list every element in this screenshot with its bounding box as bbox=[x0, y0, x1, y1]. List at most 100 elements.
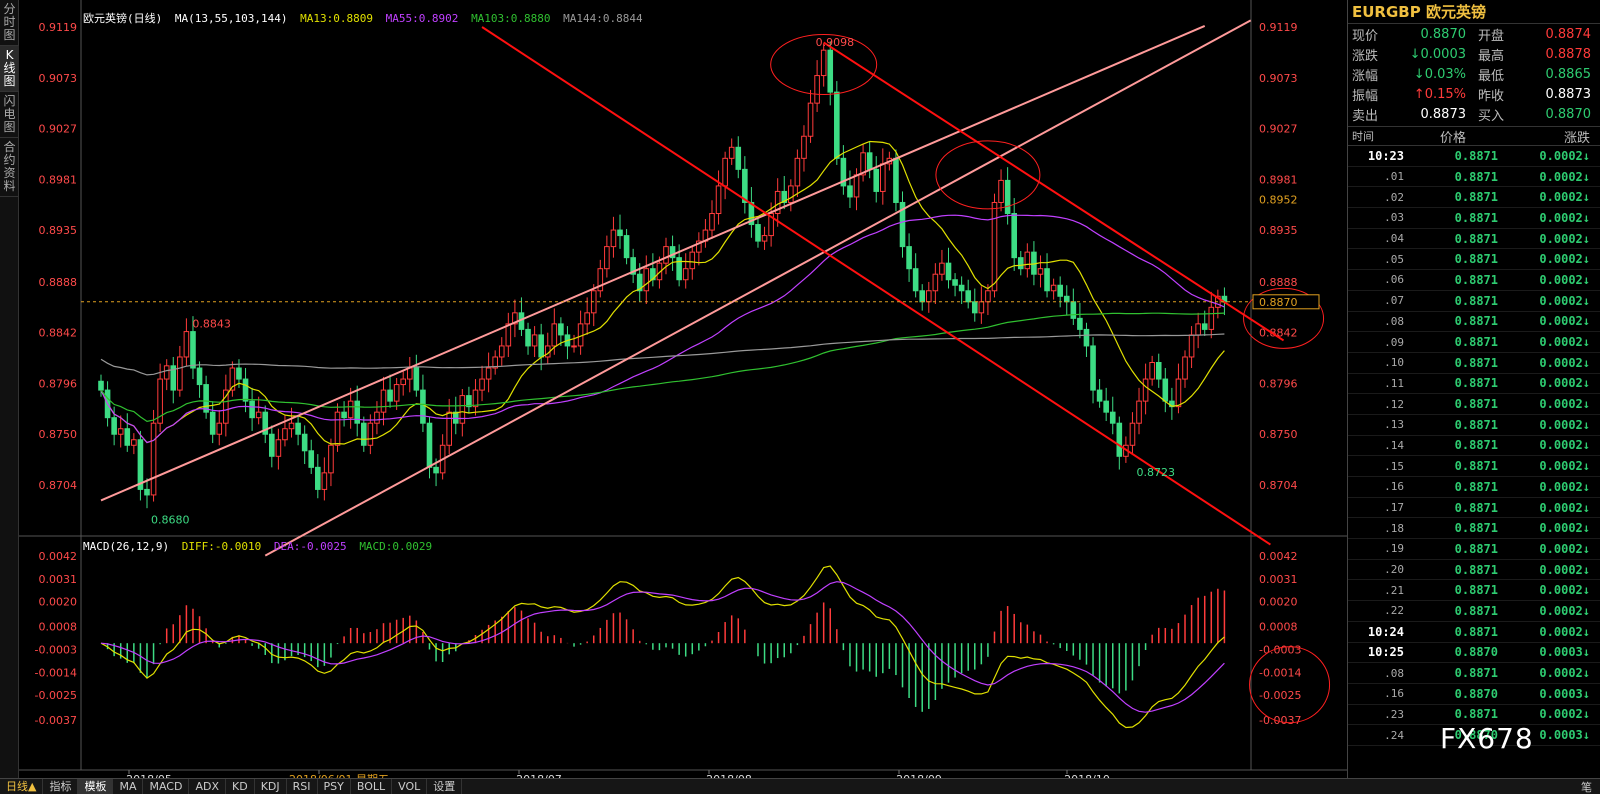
candle-body bbox=[183, 331, 190, 358]
quote-label: 买入 bbox=[1478, 108, 1505, 124]
tick-row: .05 0.8871 0.0002↓ bbox=[1348, 249, 1600, 271]
macd-axis-label-left: 0.0042 bbox=[39, 550, 78, 563]
tick-price: 0.8871 bbox=[1454, 190, 1498, 205]
tick-row: .07 0.8871 0.0002↓ bbox=[1348, 291, 1600, 312]
indicator-tab[interactable]: RSI bbox=[287, 778, 318, 794]
period-selector[interactable]: 日线▲ bbox=[0, 778, 44, 794]
quote-label: 振幅 bbox=[1352, 88, 1379, 104]
tick-time: .18 bbox=[1384, 521, 1404, 535]
macd-axis-label-left: -0.0014 bbox=[35, 666, 77, 679]
quote-label: 涨幅 bbox=[1352, 68, 1379, 84]
candle-body bbox=[275, 439, 282, 457]
tick-time: .08 bbox=[1384, 314, 1404, 328]
tick-price: 0.8871 bbox=[1454, 293, 1498, 308]
indicator-tab[interactable]: VOL bbox=[392, 778, 428, 794]
indicator-tab[interactable]: 模板 bbox=[78, 778, 114, 794]
candle-body bbox=[715, 185, 722, 215]
quote-value: ↑0.15% bbox=[1413, 86, 1466, 102]
tick-time: .16 bbox=[1384, 480, 1404, 494]
bottom-right-label[interactable]: 笔 bbox=[1573, 779, 1600, 794]
tick-time: .08 bbox=[1384, 666, 1404, 680]
candle-body bbox=[479, 378, 485, 391]
quote-label: 涨跌 bbox=[1352, 48, 1379, 64]
macd-axis-label-left: 0.0031 bbox=[39, 573, 78, 586]
indicator-tab[interactable]: KD bbox=[226, 778, 255, 794]
candle-body bbox=[406, 367, 413, 380]
highlight-circle-macd bbox=[1249, 646, 1331, 724]
tick-price: 0.8870 bbox=[1454, 645, 1498, 660]
indicator-tab[interactable]: BOLL bbox=[351, 778, 393, 794]
candle-body bbox=[525, 328, 531, 347]
tick-price: 0.8870 bbox=[1454, 686, 1498, 701]
candle-body bbox=[1090, 345, 1096, 391]
quote-row: 涨幅 ↓0.03% 最低 0.8865 bbox=[1348, 64, 1600, 84]
indicator-tab[interactable]: ADX bbox=[189, 778, 226, 794]
candle-body bbox=[1077, 317, 1083, 330]
tick-price: 0.8871 bbox=[1454, 541, 1498, 556]
quote-label: 开盘 bbox=[1478, 28, 1505, 44]
candle-body bbox=[866, 152, 873, 170]
candle-body bbox=[1136, 400, 1142, 424]
indicator-tab[interactable]: MACD bbox=[143, 778, 190, 794]
kline-chart-svg[interactable]: 0.9119 0.9119 0.9073 0.9073 0.9027 0.9027 0.89… bbox=[19, 0, 1347, 778]
tick-change: 0.0002↓ bbox=[1539, 148, 1590, 163]
price-axis-label-right: 0.9073 bbox=[1259, 72, 1298, 85]
candle-body bbox=[1195, 323, 1201, 336]
candle-body bbox=[978, 301, 985, 314]
tick-time: .20 bbox=[1384, 563, 1404, 577]
tick-change: 0.0002↓ bbox=[1539, 190, 1590, 205]
candle-body bbox=[952, 279, 958, 286]
macd-axis-label-right: 0.0020 bbox=[1259, 596, 1298, 609]
candle-body bbox=[1037, 268, 1044, 275]
tick-row: .06 0.8871 0.0002↓ bbox=[1348, 270, 1600, 291]
kline-chart-area[interactable]: 0.9119 0.9119 0.9073 0.9073 0.9027 0.9027 0.89… bbox=[19, 0, 1347, 778]
left-view-tabs: 分时图 K线图 闪电图 合约资料 bbox=[0, 0, 19, 778]
macd-axis-label-left: -0.0037 bbox=[35, 714, 77, 727]
candle-body bbox=[117, 428, 124, 435]
candle-body bbox=[301, 433, 308, 452]
macd-dea-line bbox=[100, 581, 1225, 713]
tick-price: 0.8871 bbox=[1454, 438, 1498, 453]
candle-body bbox=[820, 49, 827, 77]
tick-price: 0.8871 bbox=[1454, 210, 1498, 225]
tab-lightning[interactable]: 闪电图 bbox=[0, 92, 19, 138]
quote-row: 卖出 0.8873 买入 0.8870 bbox=[1348, 104, 1600, 124]
price-axis-label-left: 0.8981 bbox=[39, 173, 78, 186]
tick-time: .05 bbox=[1384, 252, 1404, 266]
legend-ma103: MA103:0.8880 bbox=[471, 12, 551, 25]
tick-change: 0.0002↓ bbox=[1539, 603, 1590, 618]
tick-row: .14 0.8871 0.0002↓ bbox=[1348, 436, 1600, 457]
tick-change: 0.0003↓ bbox=[1539, 686, 1590, 701]
candle-body bbox=[393, 384, 400, 402]
candle-body bbox=[998, 179, 1004, 203]
tick-list[interactable]: 10:23 0.8871 0.0002↓ .01 0.8871 0.0002↓ .02 0.8… bbox=[1348, 146, 1600, 746]
candle-body bbox=[551, 323, 558, 347]
candle-body bbox=[1083, 328, 1090, 347]
candle-body bbox=[577, 323, 584, 347]
candle-body bbox=[1057, 284, 1063, 297]
tab-kline[interactable]: K线图 bbox=[0, 46, 19, 92]
ma103-line bbox=[100, 312, 1225, 423]
tick-price: 0.8871 bbox=[1454, 169, 1498, 184]
candle-body bbox=[177, 356, 183, 391]
candle-body bbox=[1201, 323, 1208, 330]
candle-body bbox=[216, 422, 223, 435]
candle-body bbox=[485, 367, 492, 380]
tick-price: 0.8871 bbox=[1454, 666, 1498, 681]
indicator-tab[interactable]: PSY bbox=[318, 778, 351, 794]
tick-change: 0.0002↓ bbox=[1539, 666, 1590, 681]
tick-change: 0.0002↓ bbox=[1539, 624, 1590, 639]
quote-table: 现价 0.8870 开盘 0.8874 涨跌 ↓0.0003 最高 0.8878 涨幅 ↓0.03… bbox=[1348, 24, 1600, 124]
tick-row: .10 0.8871 0.0002↓ bbox=[1348, 353, 1600, 374]
tab-timeshare[interactable]: 分时图 bbox=[0, 0, 19, 46]
price-axis-label-left: 0.8935 bbox=[39, 224, 78, 237]
indicator-tab[interactable]: 指标 bbox=[43, 778, 79, 794]
candle-body bbox=[367, 422, 374, 446]
tick-change: 0.0002↓ bbox=[1539, 272, 1590, 287]
indicator-tab[interactable]: MA bbox=[113, 778, 144, 794]
indicator-tab[interactable]: KDJ bbox=[255, 778, 287, 794]
indicator-tab[interactable]: 设置 bbox=[427, 778, 463, 794]
price-axis-label-right: 0.8935 bbox=[1259, 224, 1298, 237]
tick-row: .16 0.8870 0.0003↓ bbox=[1348, 684, 1600, 705]
tab-contract-info[interactable]: 合约资料 bbox=[0, 138, 19, 197]
